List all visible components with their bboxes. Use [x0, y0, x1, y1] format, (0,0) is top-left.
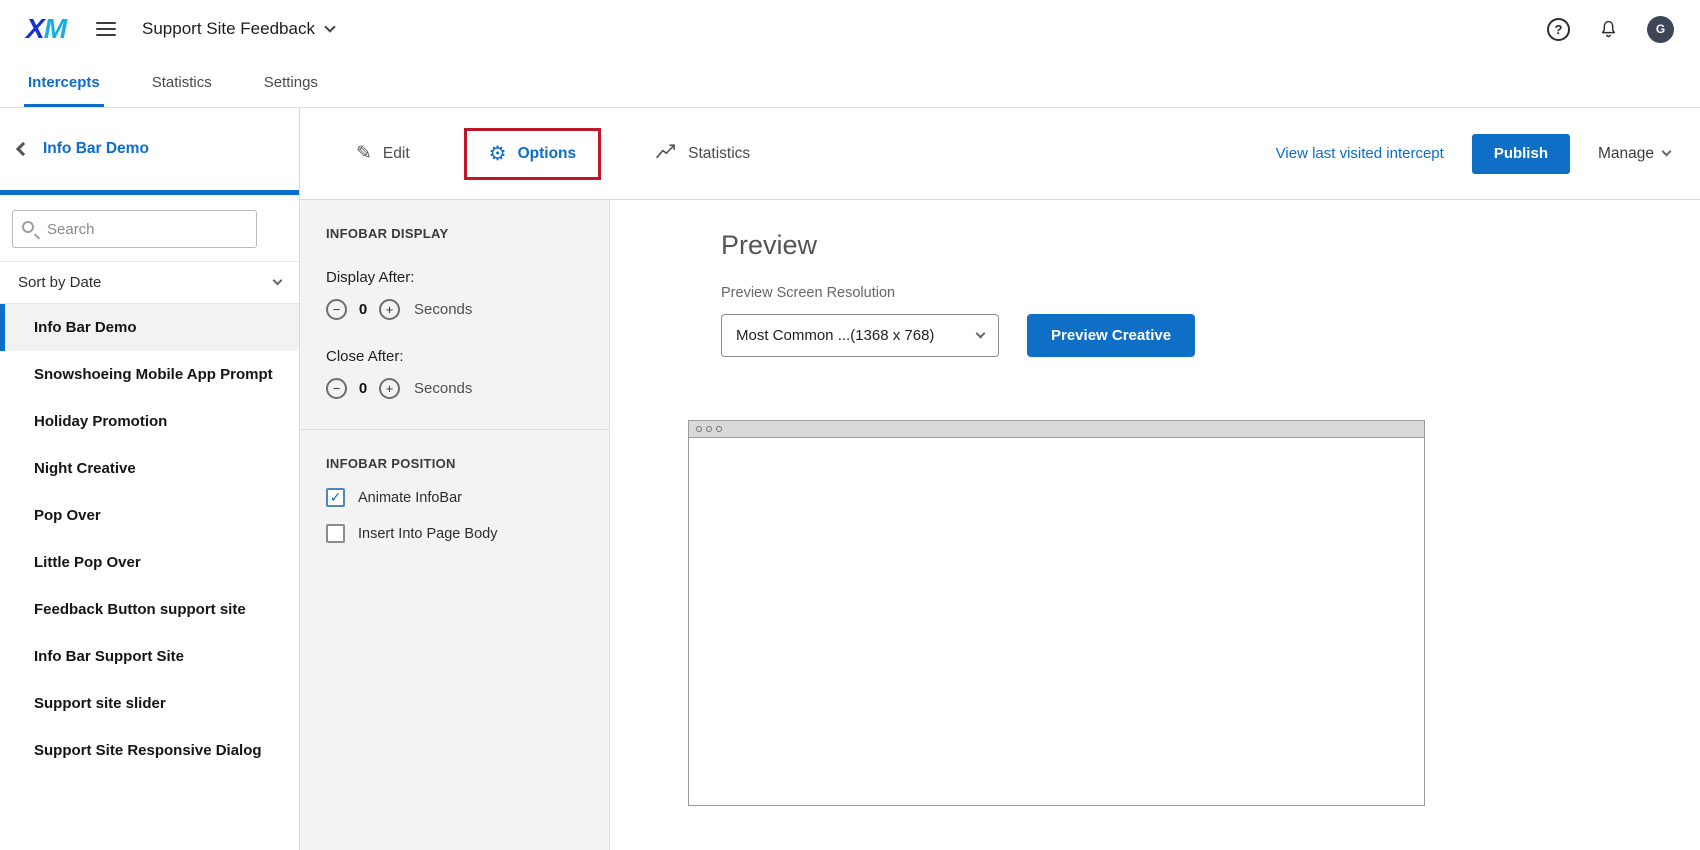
- intercepts-sidebar: Info Bar Demo Sort by Date Info Bar Demo…: [0, 108, 300, 850]
- sort-label: Sort by Date: [18, 274, 101, 291]
- infobar-display-section: INFOBAR DISPLAY Display After: − 0 + Sec…: [300, 226, 609, 399]
- tab-intercepts[interactable]: Intercepts: [28, 58, 100, 107]
- chevron-down-icon: [1662, 147, 1672, 157]
- minus-icon[interactable]: −: [326, 378, 347, 399]
- preview-creative-button[interactable]: Preview Creative: [1027, 314, 1195, 357]
- notifications-bell-icon[interactable]: [1598, 18, 1619, 40]
- checkbox-unchecked-icon[interactable]: [326, 524, 345, 543]
- line-chart-icon: [655, 142, 677, 165]
- window-dot-icon: [696, 426, 702, 432]
- search-icon: [22, 221, 34, 233]
- primary-tab-bar: Intercepts Statistics Settings: [0, 58, 1700, 108]
- minus-icon[interactable]: −: [326, 299, 347, 320]
- intercept-list: Info Bar Demo Snowshoeing Mobile App Pro…: [0, 304, 299, 850]
- animate-infobar-label: Animate InfoBar: [358, 490, 462, 506]
- infobar-display-heading: INFOBAR DISPLAY: [326, 226, 583, 241]
- statistics-button[interactable]: Statistics: [655, 142, 750, 165]
- options-highlight-annotation: ⚙ Options: [464, 128, 602, 180]
- insert-page-body-label: Insert Into Page Body: [358, 526, 497, 542]
- check-glyph: ✓: [330, 489, 342, 506]
- insert-page-body-checkbox-row[interactable]: Insert Into Page Body: [326, 524, 583, 543]
- chevron-down-icon: [976, 329, 986, 339]
- list-item[interactable]: Night Creative: [0, 445, 299, 492]
- sort-by-date-dropdown[interactable]: Sort by Date: [0, 261, 299, 304]
- sidebar-search: [12, 210, 287, 248]
- checkbox-checked-icon[interactable]: ✓: [326, 488, 345, 507]
- edit-button[interactable]: ✎ Edit: [356, 142, 410, 165]
- preview-title: Preview: [721, 230, 1700, 261]
- list-item[interactable]: Feedback Button support site: [0, 586, 299, 633]
- infobar-position-section: INFOBAR POSITION ✓ Animate InfoBar Inser…: [300, 430, 609, 543]
- search-input[interactable]: [12, 210, 257, 248]
- tab-settings[interactable]: Settings: [264, 58, 318, 107]
- publish-button[interactable]: Publish: [1472, 134, 1570, 174]
- options-label: Options: [518, 145, 577, 163]
- list-item[interactable]: Holiday Promotion: [0, 398, 299, 445]
- chevron-down-icon: [273, 276, 283, 286]
- resolution-value: Most Common ...(1368 x 768): [736, 327, 934, 344]
- view-last-visited-link[interactable]: View last visited intercept: [1276, 145, 1444, 162]
- help-icon[interactable]: ?: [1547, 18, 1570, 41]
- question-glyph: ?: [1555, 22, 1563, 37]
- manage-dropdown[interactable]: Manage: [1598, 145, 1670, 163]
- edit-label: Edit: [383, 145, 410, 163]
- animate-infobar-checkbox-row[interactable]: ✓ Animate InfoBar: [326, 488, 583, 507]
- display-after-label: Display After:: [326, 269, 583, 286]
- xm-logo: X M: [26, 13, 66, 45]
- infobar-position-heading: INFOBAR POSITION: [326, 456, 583, 471]
- xm-logo-x: X: [26, 13, 44, 45]
- display-after-stepper: − 0 + Seconds: [326, 299, 583, 320]
- tab-statistics[interactable]: Statistics: [152, 58, 212, 107]
- list-item[interactable]: Info Bar Support Site: [0, 633, 299, 680]
- resolution-label: Preview Screen Resolution: [721, 285, 1700, 301]
- preview-controls: Most Common ...(1368 x 768) Preview Crea…: [721, 314, 1700, 357]
- sidebar-back-label: Info Bar Demo: [43, 140, 149, 158]
- plus-icon[interactable]: +: [379, 378, 400, 399]
- sidebar-back-header[interactable]: Info Bar Demo: [0, 108, 299, 195]
- project-title: Support Site Feedback: [142, 19, 315, 39]
- project-title-dropdown[interactable]: Support Site Feedback: [142, 19, 334, 39]
- app-root: X M Support Site Feedback ? G: [0, 0, 1700, 850]
- list-item[interactable]: Little Pop Over: [0, 539, 299, 586]
- intercept-toolbar: ✎ Edit ⚙ Options: [300, 108, 1700, 200]
- display-after-value: 0: [358, 301, 368, 318]
- top-bar: X M Support Site Feedback ? G: [0, 0, 1700, 58]
- resolution-select[interactable]: Most Common ...(1368 x 768): [721, 314, 999, 357]
- pencil-icon: ✎: [356, 142, 372, 165]
- list-item[interactable]: Support site slider: [0, 680, 299, 727]
- display-after-unit: Seconds: [414, 301, 472, 318]
- browser-preview-frame: [688, 420, 1425, 806]
- statistics-label: Statistics: [688, 145, 750, 163]
- window-dot-icon: [716, 426, 722, 432]
- close-after-stepper: − 0 + Seconds: [326, 378, 583, 399]
- list-item[interactable]: Snowshoeing Mobile App Prompt: [0, 351, 299, 398]
- list-item[interactable]: Info Bar Demo: [0, 304, 299, 351]
- preview-area: Preview Preview Screen Resolution Most C…: [610, 200, 1700, 850]
- top-bar-right: ? G: [1547, 16, 1674, 43]
- avatar[interactable]: G: [1647, 16, 1674, 43]
- options-button[interactable]: ⚙ Options: [489, 144, 577, 164]
- close-after-label: Close After:: [326, 348, 583, 365]
- chevron-down-icon: [324, 21, 335, 32]
- close-after-value: 0: [358, 380, 368, 397]
- avatar-initial: G: [1656, 22, 1665, 36]
- window-dot-icon: [706, 426, 712, 432]
- browser-titlebar: [689, 421, 1424, 438]
- gear-icon: ⚙: [489, 144, 507, 164]
- close-after-unit: Seconds: [414, 380, 472, 397]
- xm-logo-m: M: [44, 13, 66, 45]
- hamburger-menu-icon[interactable]: [96, 18, 116, 40]
- list-item[interactable]: Support Site Responsive Dialog: [0, 727, 299, 774]
- plus-icon[interactable]: +: [379, 299, 400, 320]
- manage-label: Manage: [1598, 145, 1654, 163]
- options-panel: INFOBAR DISPLAY Display After: − 0 + Sec…: [300, 200, 610, 850]
- chevron-left-icon: [16, 142, 30, 156]
- list-item[interactable]: Pop Over: [0, 492, 299, 539]
